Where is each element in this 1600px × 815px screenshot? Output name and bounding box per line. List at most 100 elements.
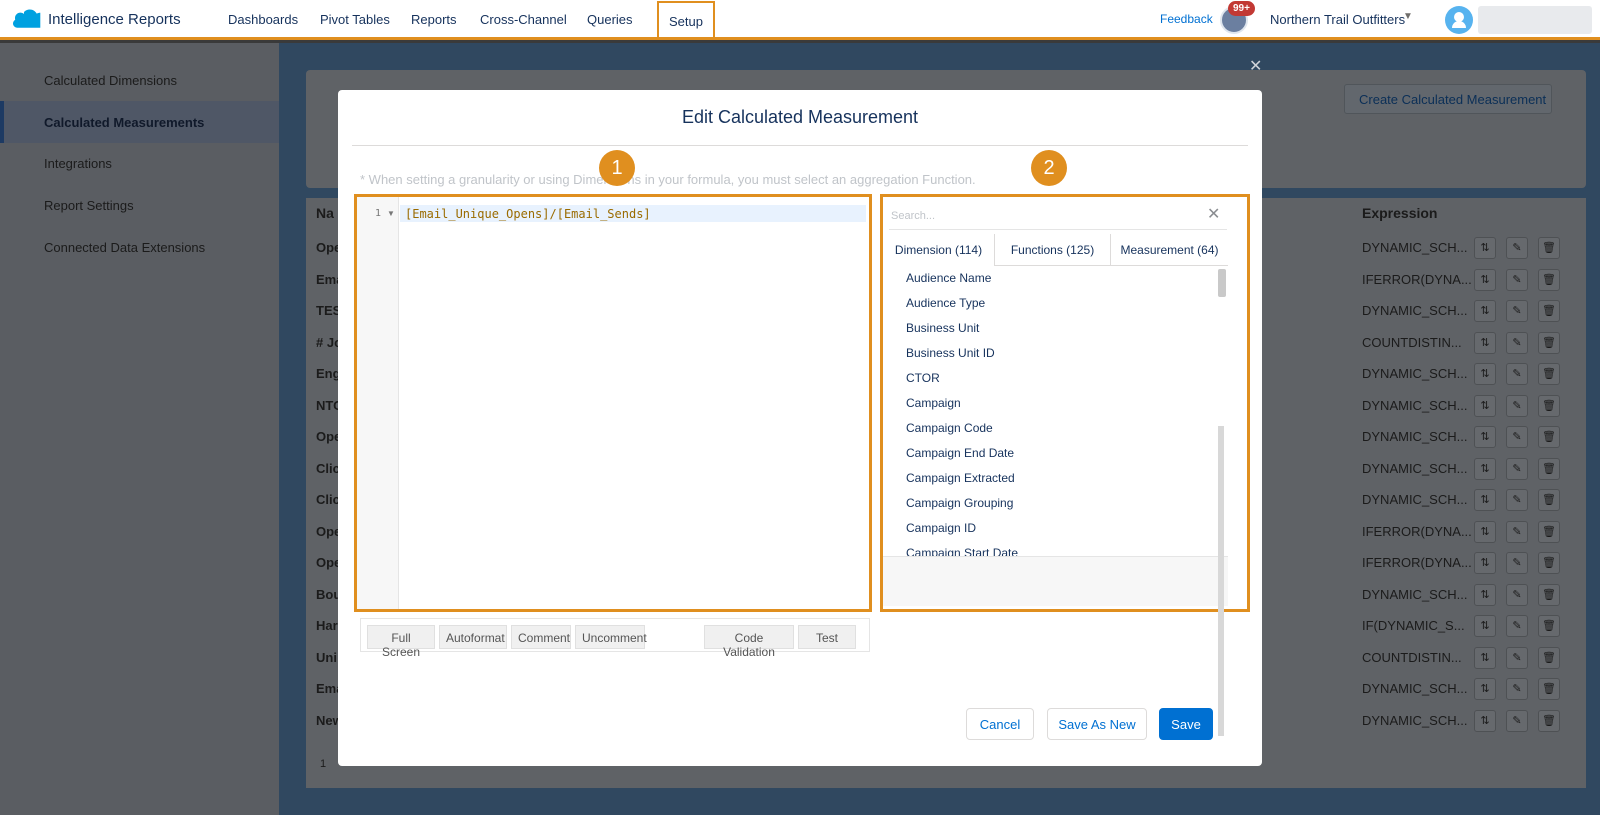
list-item[interactable]: Audience Type [906,296,985,310]
sidebar-item-integrations[interactable]: Integrations [44,156,112,171]
delete-icon[interactable]: 🗑 [1538,395,1560,417]
copy-icon[interactable]: ⇅ [1474,269,1496,291]
copy-icon[interactable]: ⇅ [1474,426,1496,448]
edit-icon[interactable]: ✎ [1506,584,1528,606]
table-row-name[interactable]: Clic [316,492,340,507]
autoformat-button[interactable]: Autoformat [439,625,507,649]
table-row-name[interactable]: Clic [316,461,340,476]
delete-icon[interactable]: 🗑 [1538,269,1560,291]
feedback-link[interactable]: Feedback [1160,12,1213,26]
delete-icon[interactable]: 🗑 [1538,300,1560,322]
copy-icon[interactable]: ⇅ [1474,584,1496,606]
tab-functions[interactable]: Functions (125) [995,234,1111,266]
sidebar-item-calculated-dimensions[interactable]: Calculated Dimensions [44,73,177,88]
edit-icon[interactable]: ✎ [1506,678,1528,700]
copy-icon[interactable]: ⇅ [1474,300,1496,322]
tab-setup[interactable]: Setup [657,1,715,39]
edit-icon[interactable]: ✎ [1506,395,1528,417]
create-calculated-measurement-button[interactable]: Create Calculated Measurement [1344,84,1552,114]
tab-pivot-tables[interactable]: Pivot Tables [320,12,390,27]
tab-dimension[interactable]: Dimension (114) [883,234,995,266]
code-validation-button[interactable]: Code Validation [704,625,794,659]
cancel-button[interactable]: Cancel [966,708,1034,740]
delete-icon[interactable]: 🗑 [1538,678,1560,700]
delete-icon[interactable]: 🗑 [1538,615,1560,637]
app-title[interactable]: Intelligence Reports [48,11,181,28]
edit-icon[interactable]: ✎ [1506,521,1528,543]
copy-icon[interactable]: ⇅ [1474,710,1496,732]
pagination[interactable]: 1 [320,758,326,770]
user-name-redacted[interactable] [1478,6,1592,34]
delete-icon[interactable]: 🗑 [1538,363,1560,385]
list-scrollbar[interactable] [1218,269,1226,297]
delete-icon[interactable]: 🗑 [1538,426,1560,448]
table-row-name[interactable]: Har [316,618,338,633]
copy-icon[interactable]: ⇅ [1474,363,1496,385]
edit-icon[interactable]: ✎ [1506,710,1528,732]
copy-icon[interactable]: ⇅ [1474,678,1496,700]
delete-icon[interactable]: 🗑 [1538,710,1560,732]
copy-icon[interactable]: ⇅ [1474,458,1496,480]
formula-editor[interactable]: 1 ▼ [Email_Unique_Opens]/[Email_Sends] [354,194,872,612]
org-switcher[interactable]: Northern Trail Outfitters [1270,12,1405,27]
sidebar-item-connected-data-extensions[interactable]: Connected Data Extensions [44,240,205,255]
fold-arrow-icon[interactable]: ▼ [387,209,395,218]
list-item[interactable]: Audience Name [906,271,991,285]
delete-icon[interactable]: 🗑 [1538,521,1560,543]
copy-icon[interactable]: ⇅ [1474,521,1496,543]
sidebar-item-report-settings[interactable]: Report Settings [44,198,134,213]
delete-icon[interactable]: 🗑 [1538,458,1560,480]
delete-icon[interactable]: 🗑 [1538,237,1560,259]
edit-icon[interactable]: ✎ [1506,300,1528,322]
tab-measurement[interactable]: Measurement (64) [1111,234,1228,266]
close-icon[interactable]: ✕ [1249,56,1262,76]
list-item[interactable]: Campaign End Date [906,446,1014,460]
delete-icon[interactable]: 🗑 [1538,552,1560,574]
test-button[interactable]: Test [798,625,856,649]
table-row-name[interactable]: Eng [316,366,341,381]
user-avatar-icon[interactable] [1445,6,1473,34]
edit-icon[interactable]: ✎ [1506,615,1528,637]
edit-icon[interactable]: ✎ [1506,426,1528,448]
tab-reports[interactable]: Reports [411,12,457,27]
list-item[interactable]: Campaign Extracted [906,471,1015,485]
tab-cross-channel[interactable]: Cross-Channel [480,12,567,27]
copy-icon[interactable]: ⇅ [1474,332,1496,354]
tab-dashboards[interactable]: Dashboards [228,12,298,27]
delete-icon[interactable]: 🗑 [1538,647,1560,669]
salesforce-cloud-logo[interactable] [12,8,42,30]
edit-icon[interactable]: ✎ [1506,269,1528,291]
uncomment-button[interactable]: Uncomment [575,625,647,649]
clear-search-icon[interactable]: ✕ [1207,204,1220,224]
edit-icon[interactable]: ✎ [1506,489,1528,511]
table-row-name[interactable]: Uni [316,650,337,665]
list-item[interactable]: Campaign ID [906,521,976,535]
edit-icon[interactable]: ✎ [1506,458,1528,480]
search-input[interactable] [891,206,1191,226]
list-item[interactable]: Campaign Code [906,421,993,435]
copy-icon[interactable]: ⇅ [1474,395,1496,417]
edit-icon[interactable]: ✎ [1506,363,1528,385]
comment-button[interactable]: Comment [511,625,571,649]
chevron-down-icon[interactable]: ▼ [1403,11,1413,22]
copy-icon[interactable]: ⇅ [1474,489,1496,511]
edit-icon[interactable]: ✎ [1506,237,1528,259]
delete-icon[interactable]: 🗑 [1538,584,1560,606]
delete-icon[interactable]: 🗑 [1538,332,1560,354]
full-screen-button[interactable]: Full Screen [367,625,435,659]
copy-icon[interactable]: ⇅ [1474,615,1496,637]
copy-icon[interactable]: ⇅ [1474,647,1496,669]
modal-scrollbar[interactable] [1218,426,1224,736]
sidebar-item-calculated-measurements[interactable]: Calculated Measurements [0,101,279,143]
save-as-new-button[interactable]: Save As New [1047,708,1147,740]
copy-icon[interactable]: ⇅ [1474,237,1496,259]
copy-icon[interactable]: ⇅ [1474,552,1496,574]
list-item[interactable]: Business Unit ID [906,346,995,360]
list-item[interactable]: Campaign Grouping [906,496,1013,510]
edit-icon[interactable]: ✎ [1506,552,1528,574]
column-header-name[interactable]: Na [316,205,334,221]
list-item[interactable]: Business Unit [906,321,979,335]
list-item[interactable]: Campaign [906,396,961,410]
formula-code[interactable]: [Email_Unique_Opens]/[Email_Sends] [405,207,651,221]
save-button[interactable]: Save [1159,708,1213,740]
